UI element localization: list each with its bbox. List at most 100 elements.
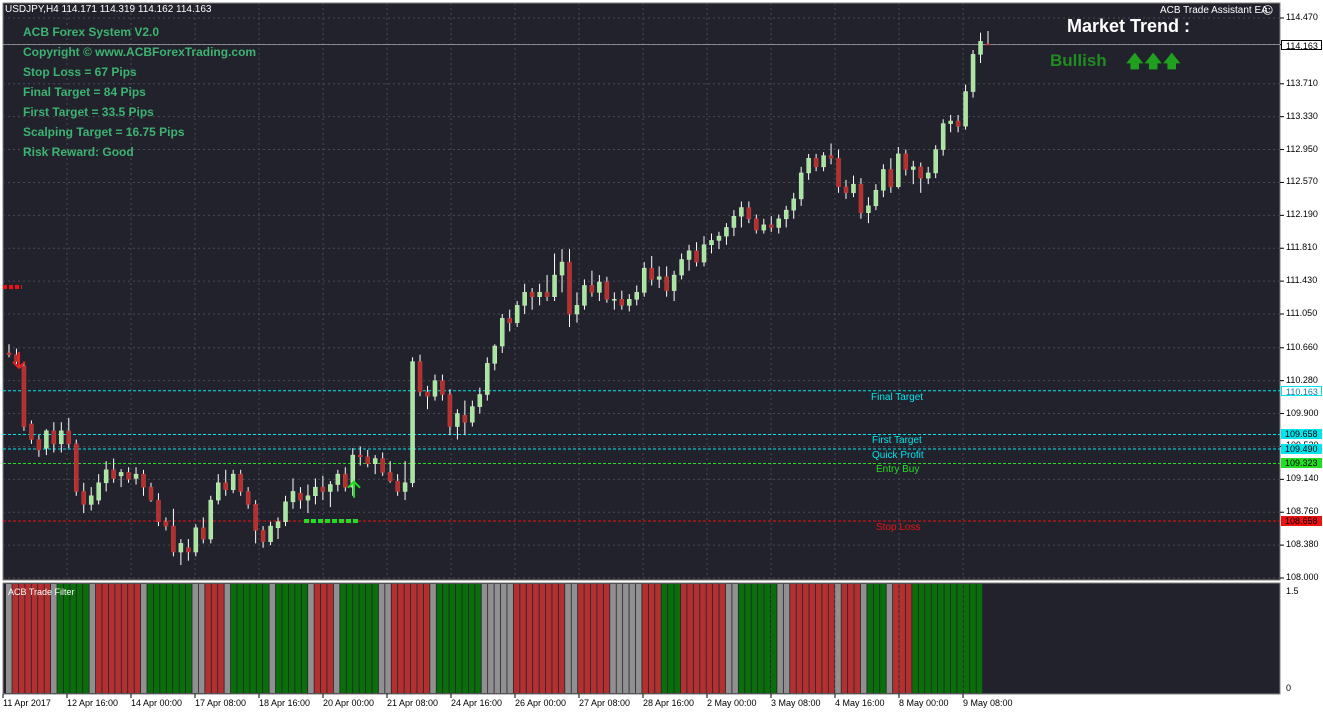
filter-bar <box>230 584 237 693</box>
filter-bar <box>886 584 893 693</box>
filter-bar <box>243 584 250 693</box>
candle-body <box>313 486 318 497</box>
candle-body <box>148 486 154 501</box>
candle-body <box>955 120 961 127</box>
filter-bar <box>552 584 558 693</box>
filter-bar <box>494 584 501 693</box>
filter-bar <box>893 584 899 693</box>
filter-bar <box>443 584 449 693</box>
candle-body <box>940 123 946 150</box>
candle-body <box>664 276 669 291</box>
candle-body <box>335 473 341 485</box>
time-axis-label: 27 Apr 08:00 <box>579 698 631 708</box>
filter-bar <box>18 584 25 693</box>
filter-bar <box>57 584 64 693</box>
candle-body <box>731 215 737 228</box>
candle-body <box>507 318 512 323</box>
candle-body <box>514 305 520 323</box>
time-axis-label: 18 Apr 16:00 <box>259 698 311 708</box>
filter-bar <box>102 584 109 693</box>
filter-bar <box>770 584 777 693</box>
time-axis-label: 3 May 08:00 <box>771 698 821 708</box>
filter-bar <box>115 584 121 693</box>
filter-bar <box>835 584 841 693</box>
filter-bar <box>603 584 610 693</box>
filter-bar <box>507 584 513 693</box>
level-label-final-target: Final Target <box>871 392 924 403</box>
market-trend-title: Market Trend : <box>1067 16 1191 36</box>
filter-bar <box>571 584 578 693</box>
candle-body <box>925 172 931 179</box>
price-axis-label: 111.050 <box>1286 308 1318 318</box>
candle-body <box>821 155 826 168</box>
filter-bar <box>89 584 96 693</box>
filter-bar <box>719 584 726 693</box>
candle-body <box>522 292 527 306</box>
candle-body <box>754 218 759 231</box>
candle-body <box>253 504 258 531</box>
candle-body <box>440 380 445 395</box>
filter-bar <box>822 584 828 693</box>
candle-body <box>275 521 281 529</box>
filter-bar <box>153 584 160 693</box>
candle-body <box>597 281 602 293</box>
filter-bar <box>224 584 231 693</box>
indicator-axis-min: 0 <box>1286 683 1292 693</box>
filter-bar <box>764 584 771 693</box>
candle-body <box>193 527 199 553</box>
candle-body <box>118 472 124 477</box>
price-axis-label: 111.810 <box>1286 242 1318 253</box>
filter-bar <box>417 584 423 693</box>
candle-body <box>656 276 662 280</box>
filter-bar <box>642 584 648 693</box>
filter-bar <box>970 584 976 693</box>
candle-body <box>649 267 654 280</box>
price-axis-label: 112.190 <box>1286 209 1318 220</box>
candle-body <box>186 547 191 553</box>
candle-body <box>103 469 109 484</box>
price-axis-label: 113.330 <box>1286 110 1318 121</box>
filter-bar <box>211 584 218 693</box>
current-price-box: 114.163 <box>1281 40 1322 51</box>
filter-bar <box>668 584 674 693</box>
price-box-final-target: 110.163 <box>1281 386 1322 397</box>
candle-body <box>133 473 139 479</box>
filter-bar <box>687 584 693 693</box>
candle-body <box>791 198 796 211</box>
candle-body <box>223 482 228 490</box>
candle-body <box>783 209 789 220</box>
filter-bar <box>308 584 314 693</box>
candle-body <box>66 430 72 445</box>
candle-body <box>798 172 804 200</box>
candle-body <box>208 499 214 540</box>
candle-body <box>290 491 296 503</box>
filter-bar <box>327 584 334 693</box>
filter-bar <box>365 584 372 693</box>
filter-bar <box>790 584 796 693</box>
candle-body <box>283 501 288 522</box>
filter-bar <box>713 584 719 693</box>
candle-body <box>387 472 393 482</box>
filter-bar <box>500 584 507 693</box>
candle-body <box>380 458 385 473</box>
price-box-stop-loss: 108.658 <box>1281 516 1322 526</box>
filter-bar <box>481 584 488 693</box>
price-axis-label: 112.570 <box>1286 176 1318 187</box>
filter-bar <box>423 584 430 693</box>
filter-bar <box>455 584 462 693</box>
candle-body <box>425 391 430 397</box>
filter-bar <box>263 584 269 693</box>
filter-bar <box>931 584 938 693</box>
candle-body <box>828 155 834 159</box>
candle-body <box>447 394 453 427</box>
filter-bar <box>867 584 873 693</box>
filter-bar <box>108 584 115 693</box>
candle-body <box>866 205 871 213</box>
filter-bar <box>95 584 102 693</box>
candle-body <box>746 207 752 220</box>
candle-body <box>432 380 438 397</box>
candle-body <box>395 480 400 492</box>
candle-body <box>201 527 206 540</box>
filter-bar <box>475 584 481 693</box>
candle-body <box>836 157 841 188</box>
